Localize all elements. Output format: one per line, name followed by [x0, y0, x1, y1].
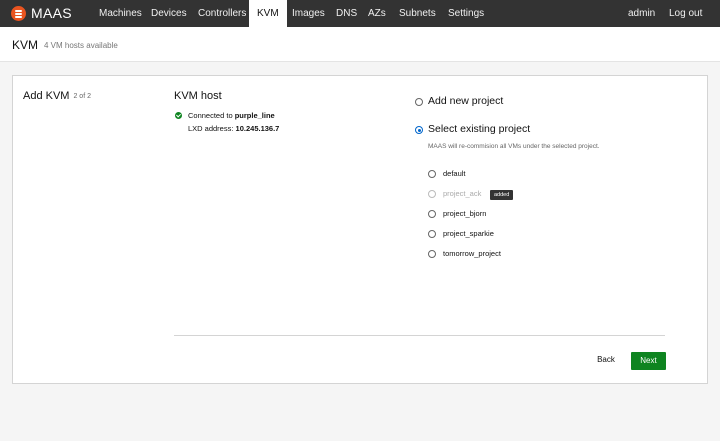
nav-images[interactable]: Images	[292, 0, 325, 27]
label-select-existing-project[interactable]: Select existing project	[428, 123, 530, 135]
form-title-text: Add KVM	[23, 90, 70, 102]
lxd-address: 10.245.136.7	[235, 124, 280, 133]
nav-devices[interactable]: Devices	[151, 0, 187, 27]
success-check-icon	[175, 112, 182, 119]
radio-project-tomorrow[interactable]	[428, 250, 436, 258]
label-project-bjorn[interactable]: project_bjorn	[443, 209, 486, 218]
radio-project-default[interactable]	[428, 170, 436, 178]
label-project-tomorrow[interactable]: tomorrow_project	[443, 249, 501, 258]
label-add-new-project[interactable]: Add new project	[428, 95, 503, 107]
page-subtitle: 4 VM hosts available	[44, 41, 118, 50]
nav-kvm[interactable]: KVM	[249, 0, 287, 27]
back-button[interactable]: Back	[591, 351, 621, 369]
connected-prefix: Connected to	[188, 111, 233, 120]
page-title: KVM	[12, 38, 39, 52]
lxd-prefix: LXD address:	[188, 124, 234, 133]
nav-subnets[interactable]: Subnets	[399, 0, 436, 27]
radio-select-existing-project[interactable]	[415, 126, 423, 134]
radio-project-ack	[428, 190, 436, 198]
form-step: 2 of 2	[73, 93, 91, 100]
next-button[interactable]: Next	[631, 352, 666, 370]
radio-project-bjorn[interactable]	[428, 210, 436, 218]
maas-logo-icon[interactable]	[11, 6, 26, 21]
nav-user[interactable]: admin	[628, 0, 655, 27]
nav-controllers[interactable]: Controllers	[198, 0, 246, 27]
radio-project-sparkie[interactable]	[428, 230, 436, 238]
add-kvm-card: Add KVM 2 of 2 KVM host Connected to purp…	[12, 75, 708, 384]
section-title: KVM host	[174, 90, 222, 102]
nav-machines[interactable]: Machines	[99, 0, 142, 27]
nav-logout[interactable]: Log out	[669, 0, 702, 27]
form-title: Add KVM 2 of 2	[23, 90, 91, 102]
page-header: KVM 4 VM hosts available	[0, 27, 720, 62]
nav-azs[interactable]: AZs	[368, 0, 386, 27]
help-text: MAAS will re-commision all VMs under the…	[428, 143, 600, 150]
connected-host: purple_line	[234, 111, 275, 120]
added-badge: added	[490, 190, 514, 200]
top-navbar: MAAS Machines Devices Controllers KVM Im…	[0, 0, 720, 27]
label-project-sparkie[interactable]: project_sparkie	[443, 229, 494, 238]
brand-name[interactable]: MAAS	[31, 5, 72, 21]
lxd-address-row: LXD address: 10.245.136.7	[188, 124, 279, 133]
connection-status: Connected to purple_line	[188, 111, 275, 120]
label-project-default[interactable]: default	[443, 169, 466, 178]
radio-add-new-project[interactable]	[415, 98, 423, 106]
nav-dns[interactable]: DNS	[336, 0, 357, 27]
nav-settings[interactable]: Settings	[448, 0, 484, 27]
label-project-ack: project_ack	[443, 189, 482, 198]
form-divider	[174, 335, 665, 336]
